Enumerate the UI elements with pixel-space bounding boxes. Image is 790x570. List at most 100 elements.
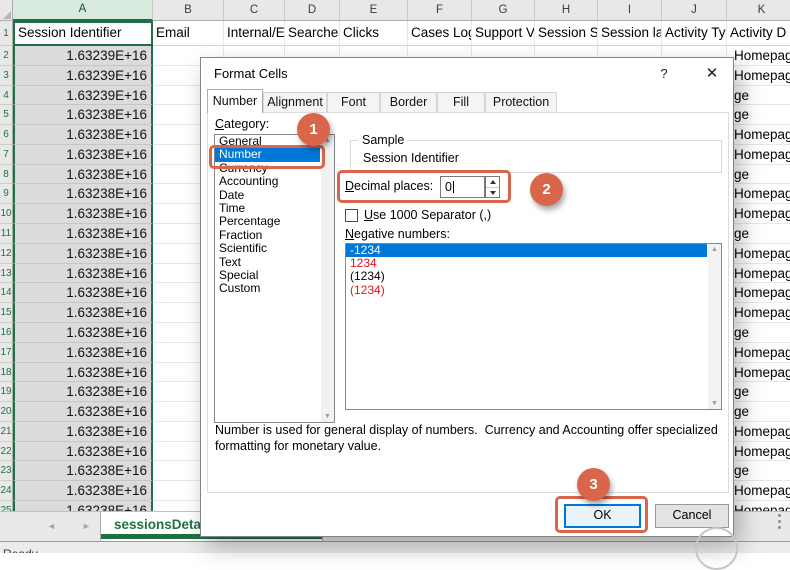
column-header-d[interactable]: D bbox=[285, 0, 340, 21]
row-header-18[interactable]: 18 bbox=[0, 363, 13, 383]
negative-format-option-4[interactable]: (1234) bbox=[346, 284, 707, 297]
cell-e1[interactable]: Clicks bbox=[340, 21, 408, 46]
category-item-fraction[interactable]: Fraction bbox=[215, 229, 320, 242]
cancel-button[interactable]: Cancel bbox=[655, 504, 729, 528]
row-header-16[interactable]: 16 bbox=[0, 323, 13, 343]
cell-k2[interactable]: Homepag bbox=[727, 46, 790, 66]
cell-d1[interactable]: Searches bbox=[285, 21, 340, 46]
cell-k6[interactable]: Homepag bbox=[727, 125, 790, 145]
row-header-9[interactable]: 9 bbox=[0, 184, 13, 204]
cell-k5[interactable]: ge bbox=[727, 105, 790, 125]
dialog-close-icon[interactable]: ✕ bbox=[703, 65, 721, 83]
cell-g1[interactable]: Support V bbox=[472, 21, 535, 46]
cell-a16[interactable]: 1.63238E+16 bbox=[13, 323, 153, 343]
column-header-e[interactable]: E bbox=[340, 0, 408, 21]
scroll-down-icon[interactable]: ▼ bbox=[321, 413, 334, 420]
cell-k21[interactable]: Homepag bbox=[727, 422, 790, 442]
cell-a13[interactable]: 1.63238E+16 bbox=[13, 264, 153, 284]
scroll-up-icon[interactable]: ▲ bbox=[708, 246, 721, 253]
row-header-24[interactable]: 24 bbox=[0, 481, 13, 501]
cell-i1[interactable]: Session la bbox=[598, 21, 662, 46]
row-header-12[interactable]: 12 bbox=[0, 244, 13, 264]
cell-k24[interactable]: Homepag bbox=[727, 481, 790, 501]
row-header-13[interactable]: 13 bbox=[0, 264, 13, 284]
tab-border[interactable]: Border bbox=[380, 92, 437, 112]
cell-k16[interactable]: ge bbox=[727, 323, 790, 343]
negative-format-option-3[interactable]: (1234) bbox=[346, 270, 707, 283]
cell-a17[interactable]: 1.63238E+16 bbox=[13, 343, 153, 363]
tab-number[interactable]: Number bbox=[207, 89, 263, 113]
column-header-a[interactable]: A bbox=[13, 0, 153, 21]
cell-k12[interactable]: Homepag bbox=[727, 244, 790, 264]
row-header-4[interactable]: 4 bbox=[0, 86, 13, 106]
category-scrollbar[interactable]: ▲ ▼ bbox=[321, 135, 334, 422]
category-item-scientific[interactable]: Scientific bbox=[215, 242, 320, 255]
cell-a20[interactable]: 1.63238E+16 bbox=[13, 402, 153, 422]
cell-a10[interactable]: 1.63238E+16 bbox=[13, 204, 153, 224]
row-header-22[interactable]: 22 bbox=[0, 442, 13, 462]
column-header-f[interactable]: F bbox=[408, 0, 472, 21]
category-item-special[interactable]: Special bbox=[215, 269, 320, 282]
category-item-text[interactable]: Text bbox=[215, 256, 320, 269]
row-header-6[interactable]: 6 bbox=[0, 125, 13, 145]
row-header-25[interactable]: 25 bbox=[0, 501, 13, 511]
row-header-3[interactable]: 3 bbox=[0, 66, 13, 86]
cell-h1[interactable]: Session St bbox=[535, 21, 598, 46]
row-header-1[interactable]: 1 bbox=[0, 21, 13, 46]
cell-k22[interactable]: Homepag bbox=[727, 442, 790, 462]
cell-k1[interactable]: Activity D bbox=[727, 21, 790, 46]
cell-a25[interactable]: 1.63238E+16 bbox=[13, 501, 153, 511]
cell-a2[interactable]: 1.63239E+16 bbox=[13, 46, 153, 66]
row-header-11[interactable]: 11 bbox=[0, 224, 13, 244]
use-1000-separator-checkbox[interactable] bbox=[345, 209, 358, 222]
cell-k17[interactable]: Homepag bbox=[727, 343, 790, 363]
column-header-g[interactable]: G bbox=[472, 0, 535, 21]
cell-k19[interactable]: ge bbox=[727, 382, 790, 402]
cell-a15[interactable]: 1.63238E+16 bbox=[13, 303, 153, 323]
cell-a24[interactable]: 1.63238E+16 bbox=[13, 481, 153, 501]
column-header-h[interactable]: H bbox=[535, 0, 598, 21]
scroll-down-icon[interactable]: ▼ bbox=[708, 400, 721, 407]
cell-j1[interactable]: Activity Ty bbox=[662, 21, 727, 46]
cell-f1[interactable]: Cases Log bbox=[408, 21, 472, 46]
tab-alignment[interactable]: Alignment bbox=[263, 92, 327, 112]
cell-k15[interactable]: Homepag bbox=[727, 303, 790, 323]
cell-a11[interactable]: 1.63238E+16 bbox=[13, 224, 153, 244]
row-header-15[interactable]: 15 bbox=[0, 303, 13, 323]
column-header-b[interactable]: B bbox=[153, 0, 224, 21]
tab-protection[interactable]: Protection bbox=[485, 92, 557, 112]
category-item-percentage[interactable]: Percentage bbox=[215, 215, 320, 228]
cell-k7[interactable]: Homepag bbox=[727, 145, 790, 165]
negative-format-option-1[interactable]: -1234 bbox=[346, 244, 707, 257]
cell-a21[interactable]: 1.63238E+16 bbox=[13, 422, 153, 442]
cell-k8[interactable]: ge bbox=[727, 165, 790, 185]
cell-k14[interactable]: Homepag bbox=[727, 283, 790, 303]
cell-a19[interactable]: 1.63238E+16 bbox=[13, 382, 153, 402]
sheet-nav-right-icon[interactable]: ► bbox=[82, 521, 91, 531]
cell-k3[interactable]: Homepag bbox=[727, 66, 790, 86]
cell-a9[interactable]: 1.63238E+16 bbox=[13, 184, 153, 204]
cell-a5[interactable]: 1.63238E+16 bbox=[13, 105, 153, 125]
row-header-23[interactable]: 23 bbox=[0, 461, 13, 481]
category-item-time[interactable]: Time bbox=[215, 202, 320, 215]
category-item-custom[interactable]: Custom bbox=[215, 282, 320, 295]
cell-k4[interactable]: ge bbox=[727, 86, 790, 106]
row-header-20[interactable]: 20 bbox=[0, 402, 13, 422]
category-item-accounting[interactable]: Accounting bbox=[215, 175, 320, 188]
cell-a18[interactable]: 1.63238E+16 bbox=[13, 363, 153, 383]
cell-k23[interactable]: ge bbox=[727, 461, 790, 481]
row-header-21[interactable]: 21 bbox=[0, 422, 13, 442]
cell-a1[interactable]: Session Identifier bbox=[13, 21, 153, 46]
column-header-j[interactable]: J bbox=[662, 0, 727, 21]
category-item-date[interactable]: Date bbox=[215, 189, 320, 202]
cell-a12[interactable]: 1.63238E+16 bbox=[13, 244, 153, 264]
scrollbar-grip[interactable] bbox=[778, 514, 781, 532]
cell-k25[interactable]: Homepag bbox=[727, 501, 790, 511]
negative-format-option-2[interactable]: 1234 bbox=[346, 257, 707, 270]
cell-c1[interactable]: Internal/E bbox=[224, 21, 285, 46]
cell-k18[interactable]: Homepag bbox=[727, 363, 790, 383]
column-header-i[interactable]: I bbox=[598, 0, 662, 21]
column-header-k[interactable]: K bbox=[727, 0, 790, 21]
cell-a4[interactable]: 1.63239E+16 bbox=[13, 86, 153, 106]
cell-k9[interactable]: Homepag bbox=[727, 184, 790, 204]
